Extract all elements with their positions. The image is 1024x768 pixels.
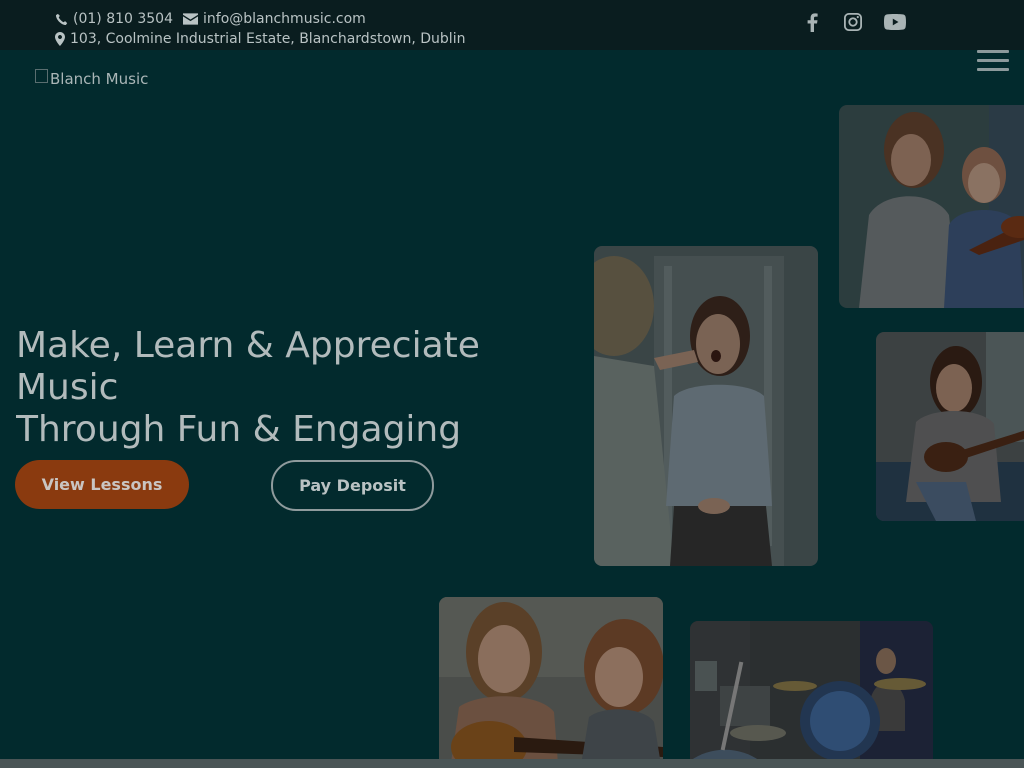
map-marker-icon: [55, 32, 65, 46]
singing-lesson-photo: [594, 246, 818, 566]
youtube-icon: [884, 14, 906, 30]
hero-title-line: Through Fun & Engaging: [16, 409, 462, 450]
hero-title: Make, Learn & Appreciate Music Through F…: [16, 325, 486, 455]
hero-title-line: L: [16, 451, 486, 455]
phone-link[interactable]: (01) 810 3504: [55, 11, 173, 27]
view-lessons-button[interactable]: View Lessons: [15, 460, 189, 509]
site-logo[interactable]: Blanch Music: [35, 69, 149, 88]
email-address: info@blanchmusic.com: [203, 11, 366, 27]
bottom-divider: [0, 759, 1024, 768]
instagram-icon: [844, 13, 862, 31]
facebook-icon: [807, 12, 818, 32]
broken-image-icon: [35, 69, 48, 83]
menu-button[interactable]: [977, 50, 1009, 72]
phone-icon: [55, 13, 68, 25]
guitar-lesson-photo: [439, 597, 663, 768]
facebook-link[interactable]: [800, 10, 824, 34]
hamburger-line: [977, 50, 1009, 53]
contact-bar: (01) 810 3504 info@blanchmusic.com 103, …: [0, 0, 1024, 50]
ukulele-lesson-photo: [876, 332, 1024, 521]
envelope-icon: [183, 13, 198, 25]
email-link[interactable]: info@blanchmusic.com: [183, 11, 366, 27]
pay-deposit-button[interactable]: Pay Deposit: [271, 460, 434, 511]
drum-lesson-photo: [690, 621, 933, 768]
phone-number: (01) 810 3504: [73, 11, 173, 27]
instagram-link[interactable]: [841, 10, 865, 34]
hamburger-line: [977, 68, 1009, 71]
youtube-link[interactable]: [883, 10, 907, 34]
page: (01) 810 3504 info@blanchmusic.com 103, …: [0, 0, 1024, 768]
violin-lesson-photo: [839, 105, 1024, 308]
street-address: 103, Coolmine Industrial Estate, Blancha…: [70, 31, 466, 47]
logo-alt-text: Blanch Music: [50, 70, 149, 88]
hero-title-line: Music: [16, 367, 119, 408]
hero-title-line: Make, Learn & Appreciate: [16, 325, 480, 366]
address-link[interactable]: 103, Coolmine Industrial Estate, Blancha…: [55, 31, 465, 47]
hamburger-line: [977, 59, 1009, 62]
